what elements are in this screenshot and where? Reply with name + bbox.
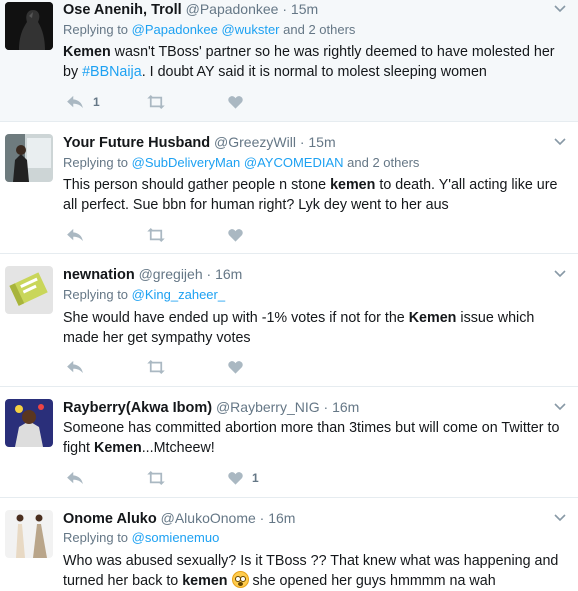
timestamp[interactable]: 16m [215,266,242,282]
reply-user-link[interactable]: @SubDeliveryMan [132,155,241,170]
reply-icon [66,228,84,242]
separator: · [206,266,212,282]
retweet-button[interactable] [146,95,166,109]
separator: · [323,399,329,415]
text-segment: This person should gather people n stone [63,177,331,193]
replying-to: Replying to @somienemuo [63,530,219,546]
keyword: Kemen [63,44,111,60]
chevron-down-icon[interactable] [554,5,566,13]
retweet-button[interactable] [146,360,166,374]
keyword: Kemen [94,440,142,456]
user-handle[interactable]: @Rayberry_NIG [216,399,320,415]
timestamp[interactable]: 16m [332,399,359,415]
tweet-text: Someone has committed abortion more than… [63,418,568,458]
like-button[interactable] [228,360,243,374]
timestamp[interactable]: 16m [268,510,295,526]
reply-icon [66,360,84,374]
text-segment: . I doubt AY said it is normal to molest… [141,64,487,80]
reply-user-link[interactable]: @AYCOMEDIAN [244,155,344,170]
avatar[interactable] [5,399,53,447]
chevron-down-icon[interactable] [554,270,566,278]
display-name[interactable]: Rayberry(Akwa Ibom) [63,400,212,416]
avatar[interactable] [5,2,53,50]
chevron-down-icon[interactable] [554,403,566,411]
like-button[interactable]: 1 [228,471,259,485]
text-segment: She would have ended up with -1% votes i… [63,310,409,326]
heart-icon [228,360,243,374]
display-name[interactable]: newnation [63,267,135,283]
like-button[interactable] [228,228,243,242]
keyword: kemen [330,177,376,193]
timestamp[interactable]: 15m [308,134,335,150]
reply-others-link[interactable]: and 2 others [283,22,355,37]
replying-to: Replying to @SubDeliveryMan @AYCOMEDIAN … [63,155,419,171]
separator: · [259,510,265,526]
replying-to-label: Replying to [63,287,129,302]
tweet-item[interactable]: Onome Aluko @AlukoOnome · 16m Replying t… [0,498,578,589]
tweet-text: She would have ended up with -1% votes i… [63,308,568,348]
reply-button[interactable] [66,471,84,485]
separator: · [282,1,288,17]
retweet-button[interactable] [146,228,166,242]
reply-icon [66,471,84,485]
retweet-icon [146,360,166,374]
reply-count: 1 [93,95,100,109]
timestamp[interactable]: 15m [291,1,318,17]
reply-user-link[interactable]: @Papadonkee [132,22,218,37]
chevron-down-icon[interactable] [554,138,566,146]
tweet-item[interactable]: Rayberry(Akwa Ibom) @Rayberry_NIG · 16m … [0,387,578,498]
keyword: kemen [182,573,228,589]
replying-to-label: Replying to [63,155,129,170]
reply-button[interactable] [66,228,84,242]
user-handle[interactable]: @GreezyWill [214,134,296,150]
like-count: 1 [252,471,259,485]
separator: · [299,134,305,150]
reply-icon [66,95,84,109]
user-handle[interactable]: @gregijeh [139,266,203,282]
reply-button[interactable]: 1 [66,95,100,109]
retweet-icon [146,471,166,485]
chevron-down-icon[interactable] [554,514,566,522]
display-name[interactable]: Your Future Husband [63,135,210,151]
heart-icon [228,471,243,485]
keyword: Kemen [408,310,457,326]
heart-icon [228,228,243,242]
flushed-face-emoji [231,571,249,588]
replying-to-label: Replying to [63,530,129,545]
text-segment: she opened her guys hmmmm na wah [248,573,496,589]
retweet-icon [146,228,166,242]
tweet-item[interactable]: newnation @gregijeh · 16m Replying to @K… [0,254,578,387]
reply-user-link[interactable]: @somienemuo [132,530,220,545]
display-name[interactable]: Onome Aluko [63,511,157,527]
retweet-icon [146,95,166,109]
tweet-item[interactable]: Ose Anenih, Troll @Papadonkee · 15m Repl… [0,0,578,122]
text-segment: ...Mtcheew! [141,440,215,456]
replying-to-label: Replying to [63,22,129,37]
reply-user-link[interactable]: @wukster [222,22,280,37]
tweet-text: This person should gather people n stone… [63,175,568,215]
avatar[interactable] [5,510,53,558]
heart-icon [228,95,243,109]
avatar[interactable] [5,134,53,182]
reply-user-link[interactable]: @King_zaheer_ [132,287,225,302]
retweet-button[interactable] [146,471,166,485]
user-handle[interactable]: @Papadonkee [186,1,279,17]
display-name[interactable]: Ose Anenih, Troll [63,2,182,18]
like-button[interactable] [228,95,243,109]
hashtag-link[interactable]: #BBNaija [82,64,142,80]
tweet-item[interactable]: Your Future Husband @GreezyWill · 15m Re… [0,122,578,254]
tweet-text: Kemen wasn't TBoss' partner so he was ri… [63,42,568,82]
replying-to: Replying to @Papadonkee @wukster and 2 o… [63,22,355,38]
reply-others-link[interactable]: and 2 others [347,155,419,170]
tweet-text: Who was abused sexually? Is it TBoss ?? … [63,551,568,591]
replying-to: Replying to @King_zaheer_ [63,287,225,303]
reply-button[interactable] [66,360,84,374]
avatar[interactable] [5,266,53,314]
user-handle[interactable]: @AlukoOnome [161,510,256,526]
